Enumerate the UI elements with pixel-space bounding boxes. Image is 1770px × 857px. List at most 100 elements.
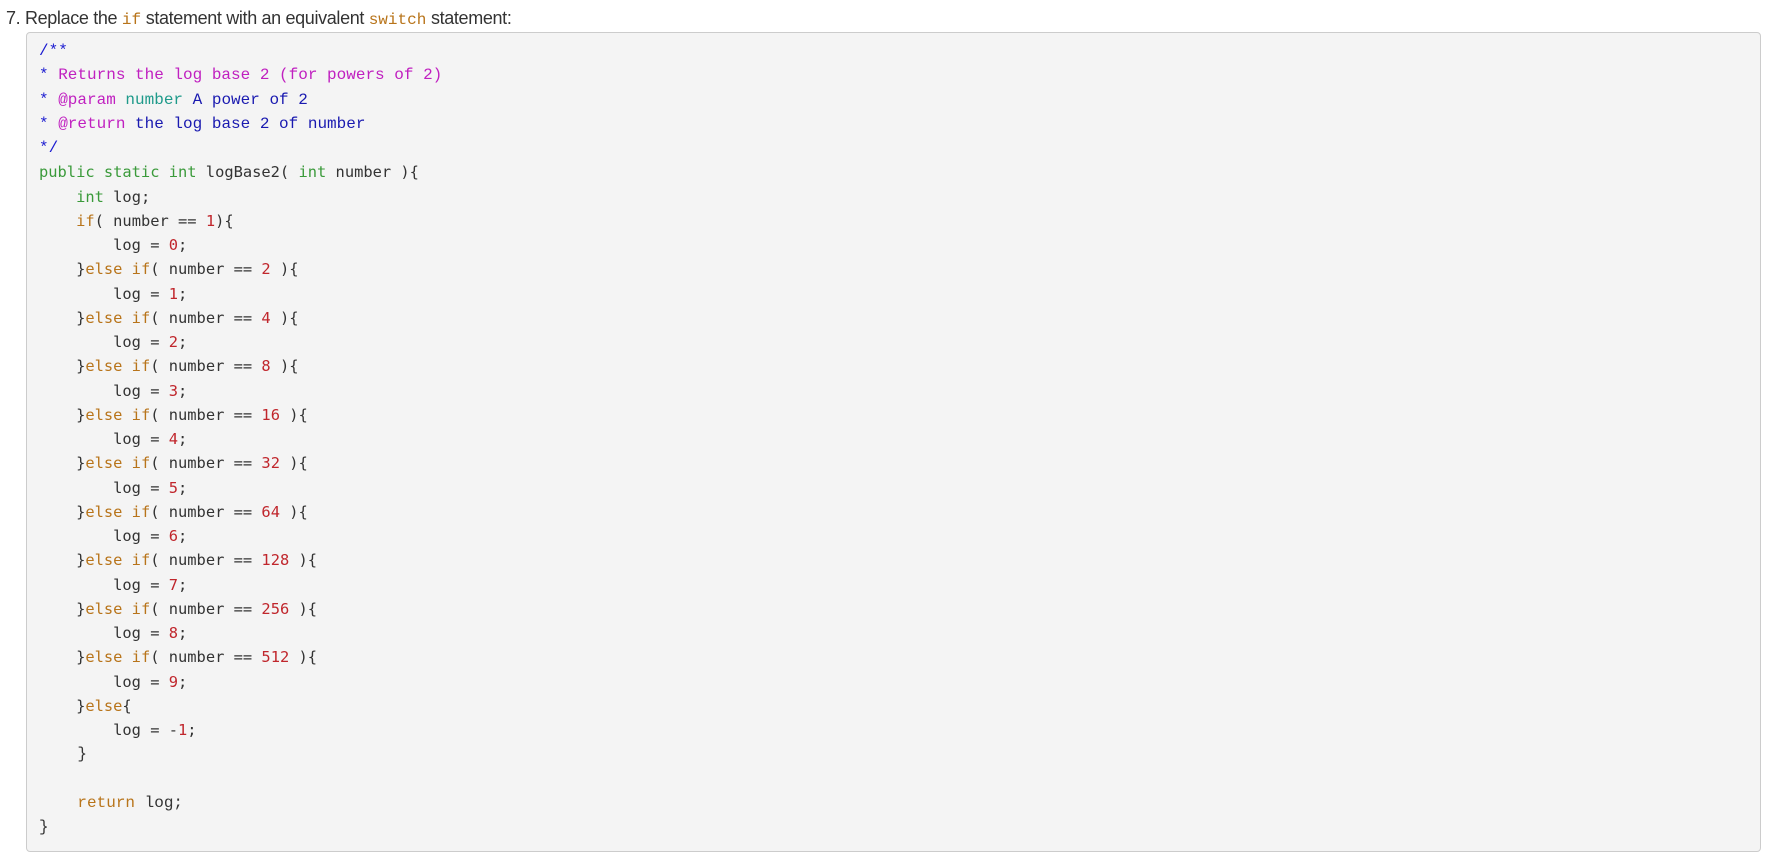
code-text-token: ( number == <box>150 551 262 570</box>
code-text-token: } <box>39 405 86 424</box>
heading-text-before: Replace the <box>20 8 122 28</box>
number-literal-token: 8 <box>168 624 179 642</box>
code-text-token: ; <box>178 430 188 448</box>
code-text-token: log = <box>39 527 169 545</box>
code-text-token: ; <box>178 284 188 303</box>
code-text-token: ){ <box>289 599 318 618</box>
code-text-token: ){ <box>279 405 308 424</box>
code-text-token: } <box>39 260 86 279</box>
control-keyword-token: else if <box>85 599 151 618</box>
code-text-token: logBase2( <box>196 163 299 182</box>
code-text-token: ; <box>178 527 188 545</box>
code-line: log = 3; <box>39 379 442 403</box>
code-text-token: ( number == <box>150 454 262 473</box>
code-text-token: ){ <box>289 648 318 667</box>
code-line: } <box>39 815 442 839</box>
number-literal-token: 1 <box>168 284 179 303</box>
code-text-token: ( number == <box>94 211 206 230</box>
control-keyword-token: else if <box>85 357 151 376</box>
control-keyword-token: else <box>85 696 123 715</box>
number-literal-token: 2 <box>168 333 179 351</box>
code-text-token: ; <box>178 672 188 691</box>
control-keyword-token: else if <box>85 308 151 327</box>
comment-marker-token: * <box>39 114 59 133</box>
comment-marker-token: * <box>39 66 59 85</box>
code-line: }else if( number == 4 ){ <box>39 306 442 330</box>
code-text-token: ( number == <box>150 648 262 667</box>
number-literal-token: 64 <box>261 502 280 521</box>
code-text-token: number ){ <box>326 163 419 182</box>
control-keyword-token: else if <box>85 648 151 667</box>
code-text-token: } <box>39 696 86 715</box>
number-literal-token: 3 <box>168 381 179 400</box>
code-line: log = 5; <box>39 476 442 500</box>
code-line: }else if( number == 16 ){ <box>39 403 442 427</box>
code-text-token: log = <box>39 575 169 594</box>
code-line: log = 8; <box>39 621 442 645</box>
doc-text-token <box>116 91 126 109</box>
comment-marker-token: /** <box>39 42 68 60</box>
code-text-token: } <box>39 599 86 618</box>
number-literal-token: 8 <box>261 357 271 376</box>
number-literal-token: 4 <box>261 308 271 327</box>
code-text-token: ; <box>178 236 188 254</box>
number-literal-token: 9 <box>168 672 179 691</box>
code-line: }else{ <box>39 694 442 718</box>
code-text-token: log = <box>39 478 169 497</box>
code-line: if( number == 1){ <box>39 209 442 233</box>
comment-marker-token: * <box>39 90 59 109</box>
code-text-token: ( number == <box>150 308 262 327</box>
code-text-token: ; <box>187 721 197 739</box>
heading-text-after: statement: <box>426 8 512 28</box>
code-text-token: log = <box>39 381 169 400</box>
number-literal-token: 16 <box>261 405 280 424</box>
control-keyword-token: else if <box>85 454 151 473</box>
exercise-heading: 7. Replace the if statement with an equi… <box>6 6 512 32</box>
number-literal-token: 256 <box>261 599 290 618</box>
code-text-token: ){ <box>279 454 308 473</box>
comment-marker-token: */ <box>39 139 59 157</box>
inline-code-if: if <box>121 11 142 29</box>
code-text-token: } <box>39 308 86 327</box>
code-listing: /** * Returns the log base 2 (for powers … <box>39 39 442 839</box>
code-line: int log; <box>39 185 442 209</box>
number-literal-token: 2 <box>261 260 271 279</box>
inline-code-switch: switch <box>368 11 427 29</box>
code-text-token: { <box>122 696 132 715</box>
code-text-token: log = <box>39 430 169 448</box>
number-literal-token: 128 <box>261 551 290 570</box>
code-line: log = 4; <box>39 427 442 451</box>
code-line: log = 1; <box>39 282 442 306</box>
code-line: }else if( number == 512 ){ <box>39 645 442 669</box>
doc-comment-token: @param <box>58 90 116 109</box>
code-line: }else if( number == 64 ){ <box>39 500 442 524</box>
code-text-token: ; <box>178 478 188 497</box>
code-text-token: ; <box>178 575 188 594</box>
code-line: public static int logBase2( int number )… <box>39 160 442 184</box>
code-text-token: ){ <box>270 260 299 279</box>
code-line: }else if( number == 256 ){ <box>39 597 442 621</box>
code-line: }else if( number == 2 ){ <box>39 257 442 281</box>
code-text-token: } <box>39 454 86 473</box>
keyword-token: public static int <box>39 163 197 182</box>
code-text-token: log = <box>39 672 169 691</box>
exercise-number: 7. <box>6 8 21 28</box>
keyword-token: int <box>76 187 104 206</box>
code-text-token: } <box>39 745 88 764</box>
doc-text-token: A power of 2 <box>183 90 308 109</box>
code-text-token: ( number == <box>150 599 262 618</box>
heading-text-middle: statement with an equivalent <box>141 8 369 28</box>
code-line: log = 7; <box>39 573 442 597</box>
number-literal-token: 7 <box>168 575 179 594</box>
code-line: log = -1; <box>39 718 442 742</box>
code-block: /** * Returns the log base 2 (for powers … <box>26 32 1761 852</box>
number-literal-token: 4 <box>168 430 179 448</box>
control-keyword-token: else if <box>85 405 151 424</box>
control-keyword-token: else if <box>85 502 151 521</box>
code-line: }else if( number == 128 ){ <box>39 548 442 572</box>
doc-text-token: the log base 2 of number <box>125 114 366 133</box>
